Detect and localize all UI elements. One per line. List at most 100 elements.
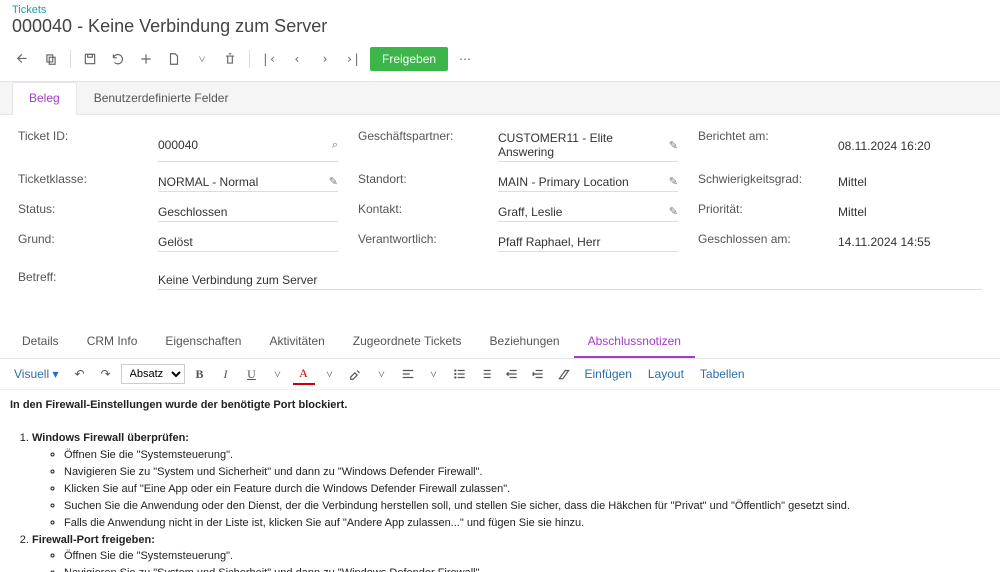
value-partner: CUSTOMER11 - Elite Answering — [498, 131, 669, 159]
tab-assigned-tickets[interactable]: Zugeordnete Tickets — [339, 326, 476, 358]
note-intro: In den Firewall-Einstellungen wurde der … — [10, 399, 347, 411]
chevron-down-icon[interactable]: ˅ — [371, 363, 393, 385]
field-reason[interactable]: Gelöst — [158, 232, 338, 252]
form-grid: Ticket ID: 000040⌕ Geschäftspartner: CUS… — [0, 115, 1000, 266]
tab-activities[interactable]: Aktivitäten — [255, 326, 338, 358]
edit-icon[interactable]: ✎ — [669, 139, 678, 152]
step-2: Firewall-Port freigeben: Öffnen Sie die … — [32, 533, 990, 572]
editor-tables[interactable]: Tabellen — [694, 367, 751, 381]
field-responsible[interactable]: Pfaff Raphael, Herr — [498, 232, 678, 252]
value-status: Geschlossen — [158, 205, 227, 219]
label-tclass: Ticketklasse: — [18, 172, 138, 192]
clear-format-icon[interactable] — [553, 363, 575, 385]
field-tclass[interactable]: NORMAL - Normal ✎ — [158, 172, 338, 192]
edit-icon[interactable]: ✎ — [329, 175, 338, 188]
first-icon[interactable]: |‹ — [258, 48, 280, 70]
value-location: MAIN - Primary Location — [498, 175, 629, 189]
list-item: Falls die Anwendung nicht in der Liste i… — [64, 516, 990, 532]
copy-icon[interactable] — [40, 48, 62, 70]
value-tclass: NORMAL - Normal — [158, 175, 258, 189]
label-priority: Priorität: — [698, 202, 818, 222]
outdent-icon[interactable] — [501, 363, 523, 385]
list-item: Öffnen Sie die "Systemsteuerung". — [64, 549, 990, 565]
field-ticketid[interactable]: 000040 ⌕ — [158, 129, 338, 162]
chevron-down-icon[interactable]: ˅ — [423, 363, 445, 385]
value-difficulty: Mittel — [838, 172, 958, 192]
list-ol-icon[interactable] — [475, 363, 497, 385]
value-reason: Gelöst — [158, 235, 193, 249]
label-responsible: Verantwortlich: — [358, 232, 478, 252]
value-subject: Keine Verbindung zum Server — [158, 273, 317, 287]
back-icon[interactable] — [12, 48, 34, 70]
view-mode-label: Visuell — [14, 367, 49, 381]
value-closed: 14.11.2024 14:55 — [838, 232, 958, 252]
release-button[interactable]: Freigeben — [370, 47, 448, 71]
chevron-down-icon[interactable]: ˅ — [319, 363, 341, 385]
list-item: Öffnen Sie die "Systemsteuerung". — [64, 448, 990, 464]
tab-closing-notes[interactable]: Abschlussnotizen — [574, 326, 695, 358]
separator — [249, 50, 250, 68]
tab-beleg[interactable]: Beleg — [12, 82, 77, 115]
editor-toolbar: Visuell ▾ ↶ ↷ Absatz B I U ˅ A ˅ ˅ ˅ Ein… — [0, 359, 1000, 390]
editor-layout[interactable]: Layout — [642, 367, 690, 381]
last-icon[interactable]: ›| — [342, 48, 364, 70]
undo-icon[interactable] — [107, 48, 129, 70]
align-icon[interactable] — [397, 363, 419, 385]
indent-icon[interactable] — [527, 363, 549, 385]
value-responsible: Pfaff Raphael, Herr — [498, 235, 601, 249]
page-title: 000040 - Keine Verbindung zum Server — [0, 16, 1000, 43]
paragraph-select[interactable]: Absatz — [121, 364, 185, 384]
underline-icon[interactable]: U — [241, 363, 263, 385]
field-contact[interactable]: Graff, Leslie ✎ — [498, 202, 678, 222]
add-icon[interactable] — [135, 48, 157, 70]
textcolor-icon[interactable]: A — [293, 363, 315, 385]
tab-properties[interactable]: Eigenschaften — [151, 326, 255, 358]
tab-details[interactable]: Details — [8, 326, 73, 358]
label-status: Status: — [18, 202, 138, 222]
list-item: Klicken Sie auf "Eine App oder ein Featu… — [64, 482, 990, 498]
highlight-icon[interactable] — [345, 363, 367, 385]
editor-insert[interactable]: Einfügen — [579, 367, 638, 381]
tab-relations[interactable]: Beziehungen — [476, 326, 574, 358]
field-partner[interactable]: CUSTOMER11 - Elite Answering✎ — [498, 129, 678, 162]
field-location[interactable]: MAIN - Primary Location ✎ — [498, 172, 678, 192]
label-location: Standort: — [358, 172, 478, 192]
label-reason: Grund: — [18, 232, 138, 252]
breadcrumb[interactable]: Tickets — [0, 0, 1000, 16]
step1-heading: Windows Firewall überprüfen: — [32, 432, 189, 444]
value-reported: 08.11.2024 16:20 — [838, 129, 958, 162]
field-subject[interactable]: Keine Verbindung zum Server — [158, 270, 982, 290]
note-content[interactable]: In den Firewall-Einstellungen wurde der … — [0, 390, 1000, 572]
next-icon[interactable]: › — [314, 48, 336, 70]
bold-icon[interactable]: B — [189, 363, 211, 385]
list-item: Navigieren Sie zu "System und Sicherheit… — [64, 566, 990, 572]
label-contact: Kontakt: — [358, 202, 478, 222]
save-icon[interactable] — [79, 48, 101, 70]
edit-icon[interactable]: ✎ — [669, 175, 678, 188]
edit-icon[interactable]: ✎ — [669, 205, 678, 218]
editor-redo-icon[interactable]: ↷ — [95, 363, 117, 385]
subject-row: Betreff: Keine Verbindung zum Server — [0, 266, 1000, 306]
list-ul-icon[interactable] — [449, 363, 471, 385]
value-contact: Graff, Leslie — [498, 205, 562, 219]
field-status[interactable]: Geschlossen — [158, 202, 338, 222]
chevron-down-icon[interactable]: ˅ — [191, 48, 213, 70]
search-icon[interactable]: ⌕ — [332, 139, 338, 152]
label-difficulty: Schwierigkeitsgrad: — [698, 172, 818, 192]
tab-custom-fields[interactable]: Benutzerdefinierte Felder — [77, 82, 246, 114]
label-closed: Geschlossen am: — [698, 232, 818, 252]
step-1: Windows Firewall überprüfen: Öffnen Sie … — [32, 431, 990, 532]
editor-undo-icon[interactable]: ↶ — [69, 363, 91, 385]
prev-icon[interactable]: ‹ — [286, 48, 308, 70]
chevron-down-icon[interactable]: ˅ — [267, 363, 289, 385]
toolbar: ˅ |‹ ‹ › ›| Freigeben ⋯ — [0, 43, 1000, 82]
label-partner: Geschäftspartner: — [358, 129, 478, 162]
italic-icon[interactable]: I — [215, 363, 237, 385]
view-mode[interactable]: Visuell ▾ — [8, 367, 65, 381]
more-icon[interactable]: ⋯ — [454, 48, 476, 70]
detail-tabs: Details CRM Info Eigenschaften Aktivität… — [0, 326, 1000, 359]
delete-icon[interactable] — [219, 48, 241, 70]
value-ticketid: 000040 — [158, 138, 198, 152]
document-icon[interactable] — [163, 48, 185, 70]
tab-crminfo[interactable]: CRM Info — [73, 326, 152, 358]
